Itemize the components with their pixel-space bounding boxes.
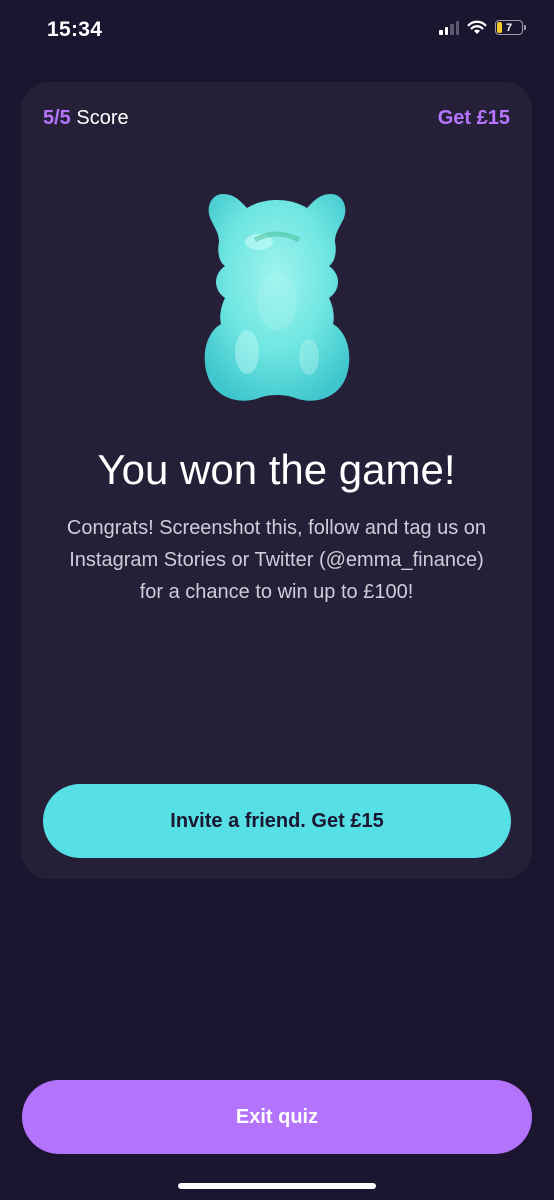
signal-icon: [439, 20, 459, 35]
battery-icon: 7: [495, 20, 526, 35]
score-label: Score: [76, 107, 129, 129]
headline: You won the game!: [97, 446, 456, 493]
status-time: 15:34: [47, 18, 103, 41]
battery-level: 7: [505, 21, 513, 34]
score-value: 5/5: [43, 107, 71, 129]
result-card: 5/5 Score Get £15 You won the game! Cong…: [21, 82, 532, 879]
status-icons: 7: [439, 20, 526, 35]
exit-quiz-button[interactable]: Exit quiz: [22, 1080, 532, 1154]
get-reward-link[interactable]: Get £15: [438, 107, 510, 130]
gummy-bear-icon: [201, 182, 353, 414]
score: 5/5 Score: [43, 107, 129, 130]
status-bar: 15:34 7: [0, 0, 554, 60]
invite-friend-button[interactable]: Invite a friend. Get £15: [43, 784, 511, 858]
body-text: Congrats! Screenshot this, follow and ta…: [66, 517, 487, 603]
home-indicator[interactable]: [178, 1183, 376, 1189]
wifi-icon: [467, 20, 487, 34]
